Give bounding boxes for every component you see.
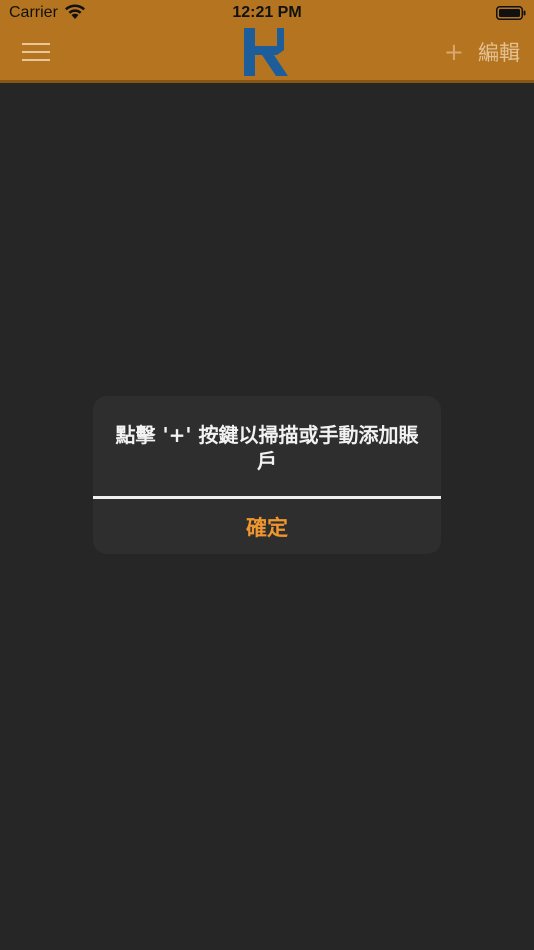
app-screen: Carrier 12:21 PM + 編輯 點擊 '+' 按鍵以掃描或手動添加賬…: [0, 0, 534, 950]
hamburger-menu-icon[interactable]: [22, 43, 50, 63]
status-time: 12:21 PM: [232, 4, 302, 21]
alert-message: 點擊 '+' 按鍵以掃描或手動添加賬戶: [115, 423, 419, 473]
navigation-bar: + 編輯: [0, 26, 534, 80]
add-button[interactable]: +: [444, 40, 464, 64]
alert-dialog: 點擊 '+' 按鍵以掃描或手動添加賬戶 確定: [93, 396, 441, 554]
battery-icon: [496, 6, 526, 20]
confirm-button[interactable]: 確定: [93, 499, 441, 554]
hk-logo: [244, 28, 288, 76]
edit-button[interactable]: 編輯: [478, 40, 520, 66]
status-bar: Carrier 12:21 PM: [0, 0, 534, 26]
